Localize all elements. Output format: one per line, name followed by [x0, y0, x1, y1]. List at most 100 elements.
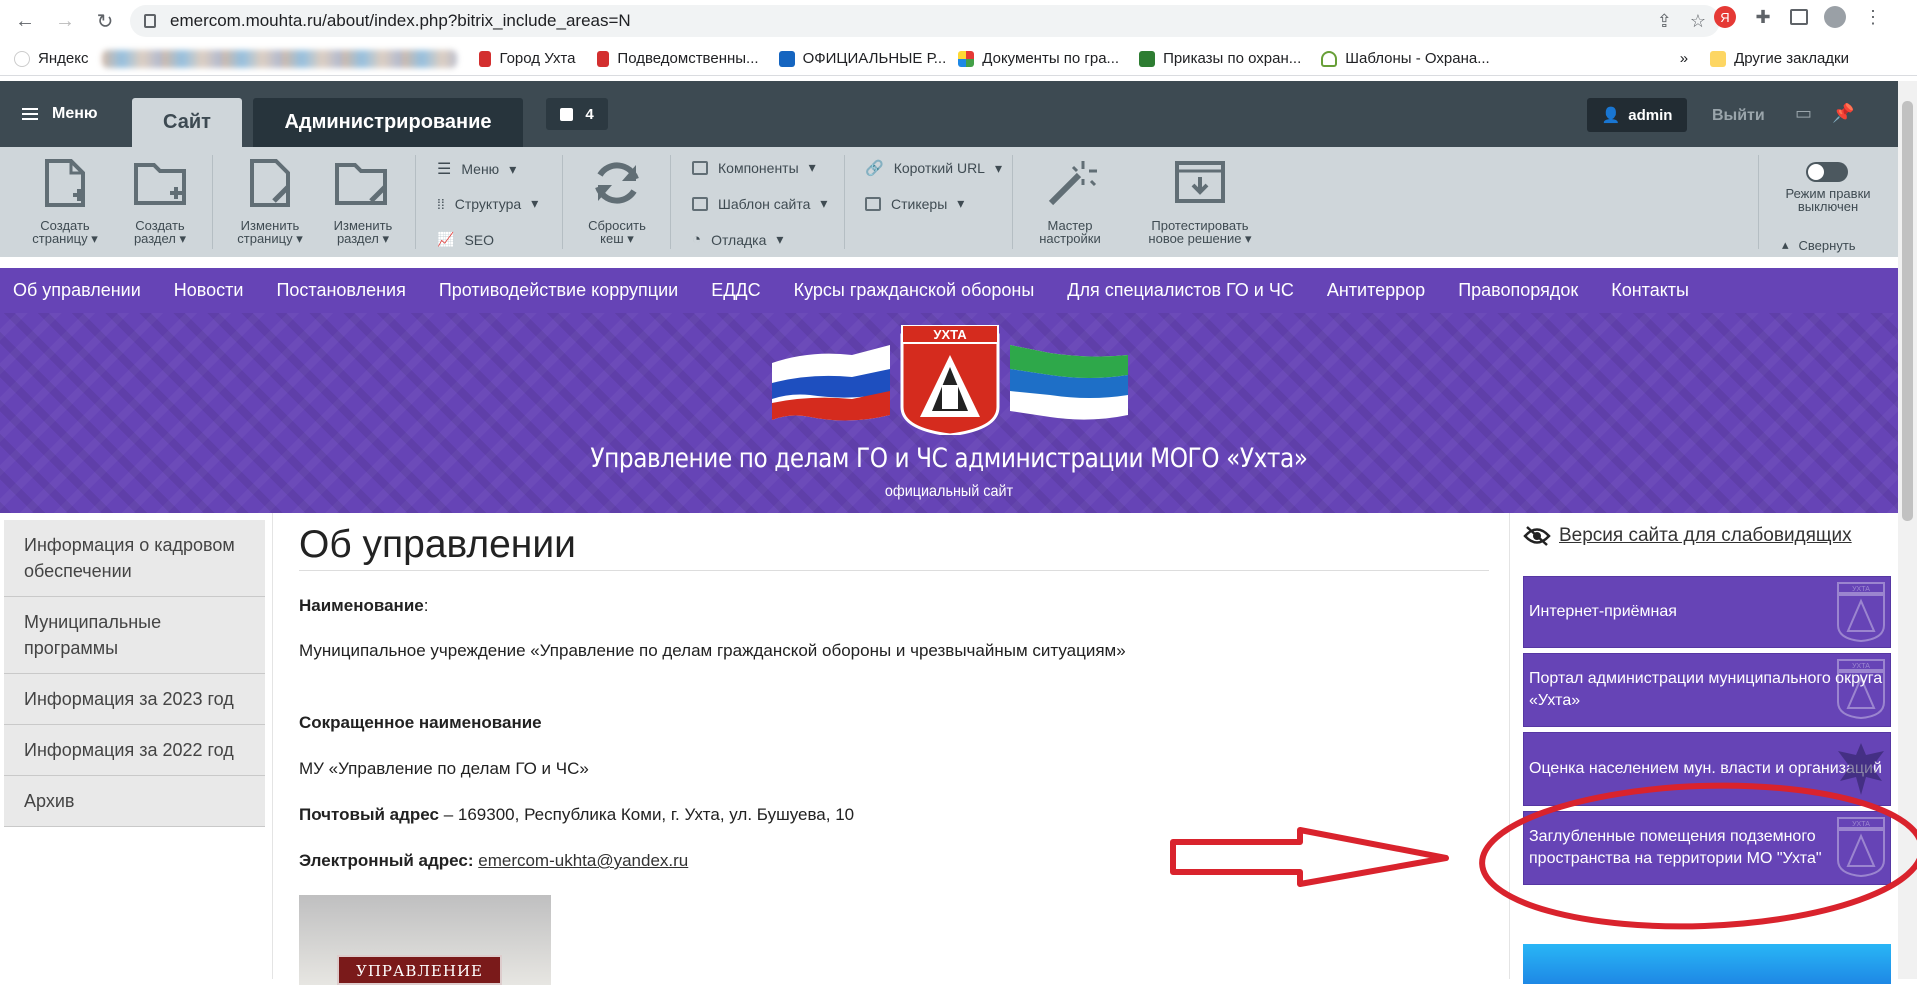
edit-section-button[interactable]: Изменить раздел ▾: [318, 157, 408, 245]
bookmarks-overflow-icon[interactable]: »: [1680, 50, 1688, 67]
menu-tool[interactable]: ☰ Меню ▾: [437, 159, 516, 179]
toolbar-separator: [1012, 155, 1013, 249]
sidebar-item-programs[interactable]: Муниципальные программы: [4, 597, 265, 674]
tab-site[interactable]: Сайт: [132, 98, 242, 147]
nav-resolutions[interactable]: Постановления: [276, 280, 405, 301]
notifications-button[interactable]: 4: [546, 98, 608, 130]
toolbar-separator: [562, 155, 563, 249]
debug-tool[interactable]: ◔ Отладка ▾: [692, 231, 783, 248]
bookmark-official[interactable]: ОФИЦИАЛЬНЫЕ Р...: [778, 50, 946, 67]
card-underground-shelters[interactable]: Заглубленные помещения подземного простр…: [1523, 811, 1891, 885]
name-value: Муниципальное учреждение «Управление по …: [299, 641, 1126, 660]
ukhta-emblem-icon: УХТА: [1837, 659, 1885, 720]
grid-icon: ⁞⁞: [437, 195, 445, 212]
email-link[interactable]: emercom-ukhta@yandex.ru: [478, 851, 688, 870]
share-icon[interactable]: ⇪: [1657, 11, 1672, 32]
nav-anticorruption[interactable]: Противодействие коррупции: [439, 280, 678, 301]
postal-address: Почтовый адрес – 169300, Республика Коми…: [299, 805, 855, 824]
short-url-tool[interactable]: 🔗 Короткий URL ▾: [865, 159, 1002, 178]
lock-icon: [144, 14, 156, 28]
template-icon: [692, 196, 708, 211]
site-main-nav: Об управлении Новости Постановления Прот…: [0, 268, 1898, 313]
stickers-tool[interactable]: Стикеры ▾: [865, 195, 964, 212]
collapse-button[interactable]: ▴ Свернуть: [1782, 237, 1856, 253]
colorful-dots-icon: [958, 50, 975, 67]
card-admin-portal[interactable]: Портал администрации муниципального окру…: [1523, 653, 1891, 727]
card-partial-blue[interactable]: [1523, 944, 1891, 984]
divider: [299, 570, 1489, 571]
create-page-button[interactable]: Создать страницу ▾: [20, 157, 110, 245]
edit-page-icon: [250, 159, 290, 207]
structure-tool[interactable]: ⁞⁞ Структура ▾: [437, 195, 538, 212]
star-icon[interactable]: ☆: [1690, 11, 1706, 32]
puzzle-icon[interactable]: ✚: [1752, 6, 1774, 28]
ukhta-icon: [597, 50, 610, 67]
reset-cache-button[interactable]: Сбросить кеш ▾: [572, 157, 662, 245]
chart-icon: 📈: [437, 231, 455, 247]
tab-administration[interactable]: Администрирование: [253, 98, 523, 147]
svg-text:УХТА: УХТА: [1852, 821, 1870, 828]
nav-news[interactable]: Новости: [174, 280, 244, 301]
nav-law-order[interactable]: Правопорядок: [1458, 280, 1578, 301]
short-name-label: Сокращенное наименование: [299, 713, 542, 732]
pin-icon[interactable]: 📌: [1832, 103, 1854, 124]
back-icon[interactable]: ←: [10, 6, 40, 36]
edit-page-button[interactable]: Изменить страницу ▾: [225, 157, 315, 245]
bird-emblem-icon: [1838, 743, 1884, 795]
kebab-menu-icon[interactable]: ⋮: [1862, 6, 1884, 28]
address-bar[interactable]: emercom.mouhta.ru/about/index.php?bitrix…: [130, 5, 1720, 37]
bookmark-documents[interactable]: Документы по гра...: [958, 50, 1119, 67]
nav-for-specialists[interactable]: Для специалистов ГО и ЧС: [1067, 280, 1294, 301]
window-icon[interactable]: ▭: [1795, 103, 1812, 124]
seo-tool[interactable]: 📈 SEO: [437, 231, 494, 248]
site-template-tool[interactable]: Шаблон сайта ▾: [692, 195, 827, 212]
user-button[interactable]: 👤 admin: [1587, 98, 1687, 132]
visually-impaired-link[interactable]: Версия сайта для слабовидящих: [1523, 525, 1852, 547]
nav-contacts[interactable]: Контакты: [1611, 280, 1689, 301]
profile-avatar[interactable]: [1824, 6, 1846, 28]
wizard-button[interactable]: Мастер настройки: [1025, 157, 1115, 245]
yandex-extension-icon[interactable]: Я: [1714, 6, 1736, 28]
flags-emblem-logo: УХТА: [772, 325, 1128, 435]
test-solution-button[interactable]: Протестировать новое решение ▾: [1135, 157, 1265, 245]
bookmark-orders[interactable]: Приказы по охран...: [1139, 50, 1301, 67]
nav-about[interactable]: Об управлении: [13, 280, 141, 301]
ukhta-icon: [479, 50, 492, 67]
ot-icon: [1139, 50, 1156, 67]
email-line: Электронный адрес: emercom-ukhta@yandex.…: [299, 851, 689, 870]
yandex-icon: [14, 50, 30, 67]
bookmark-yandex[interactable]: Яндекс: [14, 50, 88, 67]
bookmark-gorod-ukhta[interactable]: Город Ухта: [479, 50, 575, 67]
official-icon: [778, 50, 795, 67]
bookmark-other[interactable]: Другие закладки: [1710, 50, 1849, 67]
logout-link[interactable]: Выйти: [1712, 107, 1765, 125]
url-text: emercom.mouhta.ru/about/index.php?bitrix…: [170, 11, 631, 30]
page-scrollbar[interactable]: [1898, 81, 1917, 979]
blurred-bookmark[interactable]: [102, 49, 458, 68]
scroll-thumb[interactable]: [1902, 101, 1913, 521]
toolbar-separator: [212, 155, 213, 249]
reload-icon[interactable]: ↻: [90, 6, 120, 36]
card-authority-evaluation[interactable]: Оценка населением мун. власти и организа…: [1523, 732, 1891, 806]
sidebar-item-2023[interactable]: Информация за 2023 год: [4, 674, 265, 725]
download-window-icon: [1175, 161, 1225, 203]
new-folder-icon: [134, 163, 186, 205]
nav-civil-defense-courses[interactable]: Курсы гражданской обороны: [794, 280, 1035, 301]
sidepanel-icon[interactable]: [1790, 9, 1808, 25]
create-section-button[interactable]: Создать раздел ▾: [115, 157, 205, 245]
bookmark-templates[interactable]: Шаблоны - Охрана...: [1321, 50, 1490, 67]
sidebar-item-staffing[interactable]: Информация о кадровом обеспечении: [4, 520, 265, 597]
components-tool[interactable]: Компоненты ▾: [692, 159, 816, 176]
nav-edds[interactable]: ЕДДС: [711, 280, 760, 301]
list-icon: ☰: [437, 161, 452, 178]
notification-icon: [560, 107, 574, 121]
sidebar-item-archive[interactable]: Архив: [4, 776, 265, 827]
sidebar-item-2022[interactable]: Информация за 2022 год: [4, 725, 265, 776]
forward-icon[interactable]: →: [50, 6, 80, 36]
bookmark-podved[interactable]: Подведомственны...: [597, 50, 759, 67]
nav-antiterror[interactable]: Антитеррор: [1327, 280, 1425, 301]
toolbar-separator: [415, 155, 416, 249]
edit-mode-toggle[interactable]: [1806, 162, 1848, 182]
card-internet-reception[interactable]: Интернет-приёмная УХТА: [1523, 576, 1891, 648]
admin-menu-button[interactable]: Меню: [22, 105, 98, 123]
